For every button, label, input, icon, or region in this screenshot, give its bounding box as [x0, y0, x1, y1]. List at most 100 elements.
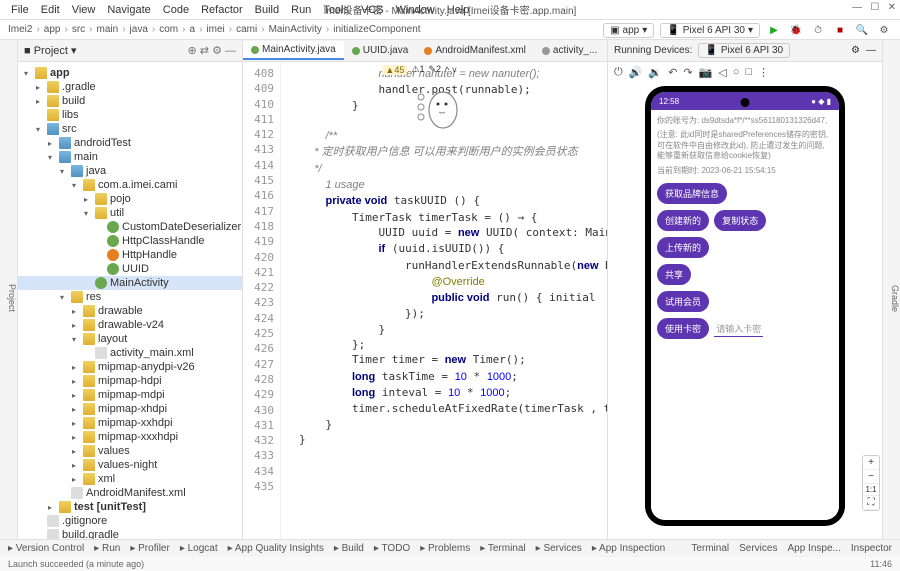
run-icon[interactable]: ▶: [766, 22, 782, 38]
back-icon[interactable]: ◁: [718, 66, 726, 79]
zoom-controls[interactable]: +−1:1⛶: [862, 455, 880, 511]
tree-item[interactable]: ▾app: [18, 66, 242, 80]
menu-view[interactable]: View: [67, 2, 101, 18]
running-device-chip[interactable]: 📱 Pixel 6 API 30: [698, 43, 790, 58]
power-icon[interactable]: ⏻: [614, 66, 623, 79]
home-icon[interactable]: ○: [733, 66, 740, 78]
tree-item[interactable]: ▸pojo: [18, 192, 242, 206]
tool-window-tab[interactable]: Terminal: [691, 543, 729, 554]
tree-item[interactable]: ▸androidTest: [18, 136, 242, 150]
menu-run[interactable]: Run: [286, 2, 316, 18]
app-btn-3[interactable]: 复制状态: [714, 210, 766, 231]
more-icon[interactable]: ⋮: [758, 66, 769, 79]
tool-window-tab[interactable]: ▸ Version Control: [8, 543, 84, 554]
tree-item[interactable]: ▾layout: [18, 332, 242, 346]
crumb[interactable]: Imei2: [8, 24, 32, 35]
tree-item[interactable]: AndroidManifest.xml: [18, 486, 242, 500]
tool-window-tab[interactable]: ▸ Services: [536, 543, 582, 554]
editor-tab[interactable]: MainActivity.java: [243, 41, 344, 60]
tree-item[interactable]: ▸.gradle: [18, 80, 242, 94]
project-panel-icons[interactable]: ⊕ ⇄ ⚙ —: [188, 44, 236, 57]
crumb[interactable]: imei: [206, 24, 224, 35]
tool-window-tab[interactable]: Services: [739, 543, 777, 554]
tree-item[interactable]: ▾util: [18, 206, 242, 220]
crumb[interactable]: cami: [236, 24, 257, 35]
editor-tab[interactable]: AndroidManifest.xml: [416, 42, 534, 59]
tree-item[interactable]: ▸mipmap-xxxhdpi: [18, 430, 242, 444]
tool-window-tab[interactable]: ▸ Terminal: [480, 543, 525, 554]
tree-item[interactable]: activity_main.xml: [18, 346, 242, 360]
menu-code[interactable]: Code: [158, 2, 194, 18]
tool-window-tab[interactable]: ▸ Logcat: [180, 543, 218, 554]
crumb[interactable]: src: [72, 24, 85, 35]
tree-item[interactable]: CustomDateDeserializer: [18, 220, 242, 234]
tree-item[interactable]: MainActivity: [18, 276, 242, 290]
rotate-right-icon[interactable]: ↷: [683, 66, 692, 79]
left-gutter[interactable]: Project: [0, 40, 18, 551]
tool-window-tab[interactable]: Inspector: [851, 543, 892, 554]
debug-icon[interactable]: 🐞: [788, 22, 804, 38]
tree-item[interactable]: ▸mipmap-xhdpi: [18, 402, 242, 416]
tree-item[interactable]: ▸test [unitTest]: [18, 500, 242, 514]
app-textfield[interactable]: 请输入卡密: [714, 322, 763, 337]
code-content[interactable]: nanuter nanuter = new nanuter(); handler…: [295, 62, 607, 551]
menu-navigate[interactable]: Navigate: [102, 2, 155, 18]
rotate-left-icon[interactable]: ↶: [668, 66, 677, 79]
tree-item[interactable]: ▸mipmap-anydpi-v26: [18, 360, 242, 374]
menu-edit[interactable]: Edit: [36, 2, 65, 18]
crumb[interactable]: main: [97, 24, 119, 35]
overview-icon[interactable]: □: [745, 66, 752, 78]
crumb[interactable]: a: [190, 24, 196, 35]
right-gutter[interactable]: Gradle: [882, 40, 900, 551]
profile-icon[interactable]: ⏱: [810, 22, 826, 38]
app-btn-7[interactable]: 使用卡密: [657, 318, 709, 339]
app-btn-2[interactable]: 创建新的: [657, 210, 709, 231]
tool-window-tab[interactable]: ▸ Profiler: [130, 543, 169, 554]
tree-item[interactable]: HttpHandle: [18, 248, 242, 262]
emulator-toolbar[interactable]: ⏻ 🔊 🔉 ↶ ↷ 📷 ◁ ○ □ ⋮: [608, 62, 882, 82]
tree-item[interactable]: .gitignore: [18, 514, 242, 528]
menu-file[interactable]: File: [6, 2, 34, 18]
tool-window-tab[interactable]: ▸ Run: [94, 543, 120, 554]
app-btn-5[interactable]: 共享: [657, 264, 691, 285]
run-config-selector[interactable]: ▣ app ▾: [603, 23, 654, 38]
tree-item[interactable]: ▸xml: [18, 472, 242, 486]
volume-up-icon[interactable]: 🔊: [629, 66, 643, 79]
tree-item[interactable]: ▸mipmap-hdpi: [18, 374, 242, 388]
tree-item[interactable]: ▸drawable-v24: [18, 318, 242, 332]
tree-item[interactable]: ▸mipmap-xxhdpi: [18, 416, 242, 430]
tool-window-tab[interactable]: ▸ App Quality Insights: [228, 543, 324, 554]
tool-window-tab[interactable]: App Inspe...: [787, 543, 840, 554]
bottom-toolbar[interactable]: ▸ Version Control ▸ Run ▸ Profiler ▸ Logcat…: [0, 539, 900, 557]
tree-item[interactable]: ▸build: [18, 94, 242, 108]
tool-window-tab[interactable]: ▸ Problems: [420, 543, 470, 554]
device-screen[interactable]: 12:58● ◆ ▮ 你的账号为: ds9dtsda*f*/**ss561180…: [651, 92, 839, 520]
device-selector[interactable]: 📱 Pixel 6 API 30 ▾: [660, 23, 760, 38]
screenshot-icon[interactable]: 📷: [699, 66, 713, 79]
tree-item[interactable]: ▾java: [18, 164, 242, 178]
project-tree[interactable]: ▾app▸.gradle▸buildlibs▾src▸androidTest▾m…: [18, 62, 242, 551]
editor-tab[interactable]: activity_...: [534, 42, 605, 59]
tree-item[interactable]: ▾res: [18, 290, 242, 304]
tree-item[interactable]: ▾src: [18, 122, 242, 136]
crumb[interactable]: com: [159, 24, 178, 35]
tree-item[interactable]: libs: [18, 108, 242, 122]
stop-icon[interactable]: ■: [832, 22, 848, 38]
crumb[interactable]: MainActivity: [269, 24, 322, 35]
settings-icon[interactable]: ⚙: [876, 22, 892, 38]
tree-item[interactable]: HttpClassHandle: [18, 234, 242, 248]
app-btn-1[interactable]: 获取品牌信息: [657, 183, 727, 204]
volume-down-icon[interactable]: 🔉: [648, 66, 662, 79]
editor-tabs[interactable]: MainActivity.javaUUID.javaAndroidManifes…: [243, 40, 607, 62]
tree-item[interactable]: ▸values: [18, 444, 242, 458]
crumb[interactable]: app: [44, 24, 61, 35]
tree-item[interactable]: UUID: [18, 262, 242, 276]
window-controls[interactable]: — ☐ ✕: [852, 2, 896, 13]
tree-item[interactable]: ▾com.a.imei.cami: [18, 178, 242, 192]
app-btn-4[interactable]: 上传新的: [657, 237, 709, 258]
menu-build[interactable]: Build: [250, 2, 284, 18]
tool-window-tab[interactable]: ▸ Build: [334, 543, 364, 554]
crumb[interactable]: initializeComponent: [333, 24, 420, 35]
tool-window-tab[interactable]: ▸ TODO: [374, 543, 410, 554]
tree-item[interactable]: ▸drawable: [18, 304, 242, 318]
